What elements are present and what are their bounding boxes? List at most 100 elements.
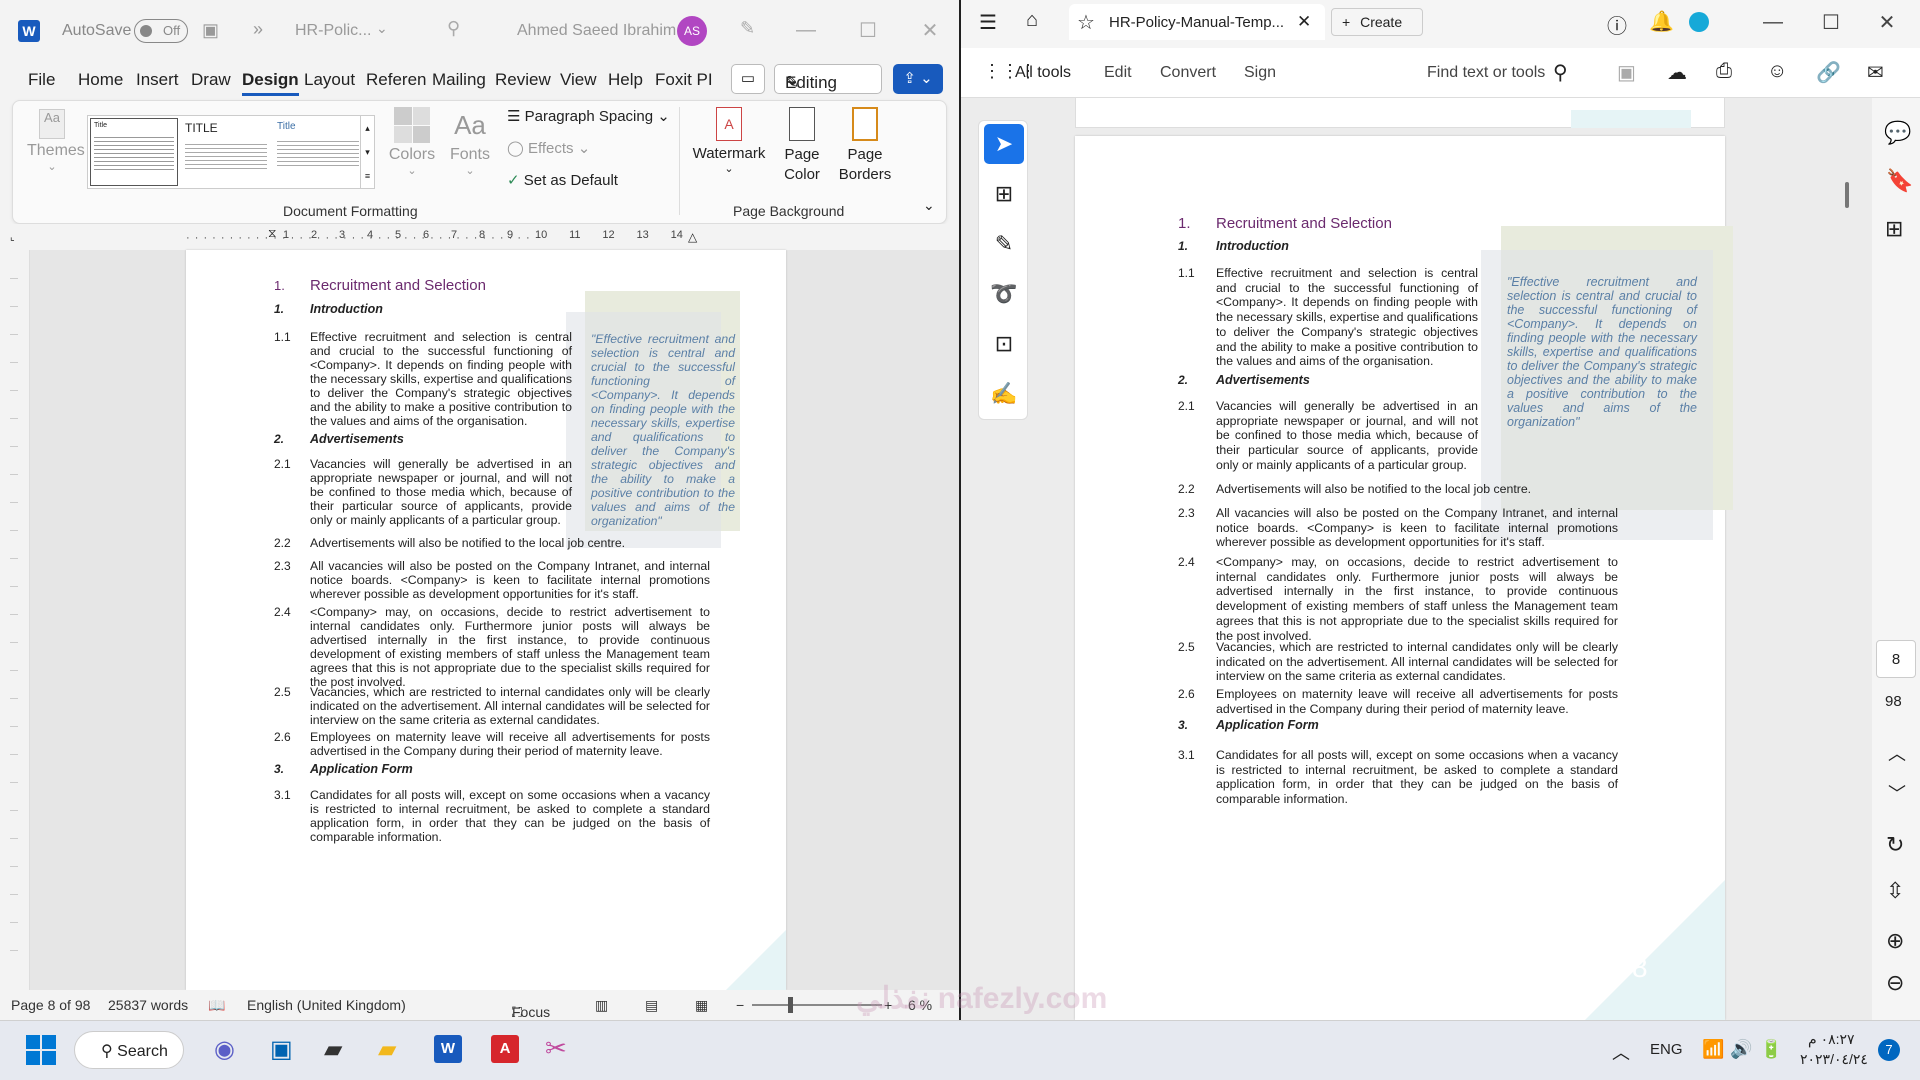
- language-indicator[interactable]: English (United Kingdom): [247, 997, 406, 1013]
- page-number-box[interactable]: 8: [1876, 640, 1916, 678]
- upload-icon[interactable]: ☁: [1667, 60, 1687, 85]
- colors-button[interactable]: Colors ⌄: [387, 107, 437, 177]
- comment-button[interactable]: ▭: [731, 64, 765, 94]
- vertical-scrollbar[interactable]: [1845, 182, 1849, 208]
- pen-icon[interactable]: ✎: [740, 18, 755, 39]
- print-layout-icon[interactable]: ▤: [645, 997, 658, 1014]
- menu-icon[interactable]: ☰: [979, 10, 997, 35]
- select-tool-button[interactable]: ➤: [984, 124, 1024, 164]
- document-canvas[interactable]: "Effective recruitment and selection is …: [30, 250, 959, 990]
- style-gallery-item[interactable]: TITLE: [182, 118, 270, 186]
- tab-home[interactable]: Home: [78, 70, 123, 90]
- autosave-toggle[interactable]: Off: [134, 19, 188, 43]
- style-gallery[interactable]: Title TITLE Title ▴ ▾ ≡: [87, 115, 375, 189]
- page-indicator[interactable]: Page 8 of 98: [11, 997, 90, 1013]
- find-text-input[interactable]: Find text or tools: [1427, 64, 1545, 82]
- style-gallery-item[interactable]: Title: [274, 118, 362, 186]
- notification-bell-icon[interactable]: 🔔: [1649, 9, 1674, 34]
- search-icon[interactable]: ⚲: [447, 18, 460, 39]
- zoom-in-icon[interactable]: ⊕: [1886, 928, 1904, 954]
- paragraph[interactable]: <Company> may, on occasions, decide to r…: [1216, 555, 1618, 643]
- subsection-title[interactable]: Introduction: [1216, 239, 1289, 253]
- page-color-button[interactable]: Page Color: [773, 107, 831, 185]
- zoom-slider-thumb[interactable]: [788, 997, 793, 1013]
- draw-freehand-button[interactable]: ➰: [984, 274, 1024, 314]
- editing-button[interactable]: ✎ Editing ⌄: [774, 64, 882, 94]
- chevron-down-icon[interactable]: ﹀: [1888, 780, 1906, 806]
- file-explorer-icon[interactable]: ▰: [378, 1035, 396, 1064]
- minimize-button[interactable]: —: [786, 14, 826, 46]
- paragraph[interactable]: Employees on maternity leave will receiv…: [310, 730, 710, 758]
- print-icon[interactable]: ⎙: [1716, 60, 1732, 83]
- chevron-down-icon[interactable]: ⌄: [376, 20, 388, 37]
- help-icon[interactable]: ⓘ: [1607, 10, 1627, 39]
- tab-file[interactable]: File: [28, 70, 55, 90]
- clock-date[interactable]: ٢٠٢٣/٠٤/٢٤: [1800, 1051, 1868, 1068]
- save-icon[interactable]: ▣: [1617, 60, 1636, 85]
- paragraph[interactable]: Advertisements will also be notified to …: [1216, 482, 1616, 496]
- thumbnails-icon[interactable]: ⊞: [1885, 216, 1903, 242]
- paragraph[interactable]: Effective recruitment and selection is c…: [310, 330, 572, 428]
- battery-icon[interactable]: 🔋: [1760, 1039, 1782, 1060]
- chevron-more-icon[interactable]: »: [253, 19, 263, 40]
- sign-button[interactable]: Sign: [1244, 64, 1276, 82]
- gallery-scroll[interactable]: ▴ ▾ ≡: [360, 116, 374, 188]
- maximize-button[interactable]: ☐: [848, 14, 888, 46]
- maximize-button[interactable]: ☐: [1811, 6, 1851, 38]
- close-button[interactable]: ✕: [1867, 6, 1907, 38]
- themes-button[interactable]: Aa Themes ⌄: [27, 109, 85, 173]
- paragraph[interactable]: Vacancies, which are restricted to inter…: [1216, 640, 1618, 684]
- close-button[interactable]: ✕: [910, 14, 950, 46]
- paragraph[interactable]: Candidates for all posts will, except on…: [310, 788, 710, 844]
- text-recognition-button[interactable]: ⊡: [984, 324, 1024, 364]
- web-layout-icon[interactable]: ▦: [695, 997, 708, 1014]
- email-icon[interactable]: ✉: [1867, 60, 1884, 85]
- watermark-button[interactable]: A Watermark ⌄: [689, 107, 769, 175]
- link-icon[interactable]: 🔗: [1816, 60, 1841, 85]
- snipping-tool-icon[interactable]: ✂: [545, 1033, 567, 1064]
- tab-close-icon[interactable]: ✕: [1297, 12, 1311, 32]
- paragraph[interactable]: Candidates for all posts will, except on…: [1216, 748, 1618, 807]
- indent-marker-icon[interactable]: ⧖: [268, 226, 276, 241]
- avatar[interactable]: AS: [677, 16, 707, 46]
- share-user-icon[interactable]: ☺: [1767, 60, 1787, 83]
- section-title[interactable]: Recruitment and Selection: [310, 277, 486, 294]
- wifi-icon[interactable]: 📶: [1702, 1039, 1724, 1060]
- share-button[interactable]: ⇪ ⌄: [893, 64, 943, 94]
- zoom-out-icon[interactable]: ⊖: [1886, 970, 1904, 996]
- pdf-viewport[interactable]: 8 "Effective recruitment and selection i…: [961, 98, 1872, 1020]
- zoom-out-icon[interactable]: −: [736, 997, 744, 1013]
- tab-review[interactable]: Review: [495, 70, 551, 90]
- account-avatar[interactable]: [1689, 12, 1709, 32]
- tab-foxit[interactable]: Foxit PI: [655, 70, 713, 90]
- notification-badge[interactable]: 7: [1878, 1039, 1900, 1061]
- clock-time[interactable]: ٠٨:٢٧ م: [1808, 1031, 1855, 1048]
- chevron-up-icon[interactable]: ︿: [1612, 1039, 1630, 1065]
- proofing-icon[interactable]: 📖: [208, 997, 225, 1014]
- meet-icon[interactable]: ◉: [214, 1035, 235, 1064]
- tab-insert[interactable]: Insert: [136, 70, 179, 90]
- store-icon[interactable]: ▣: [270, 1035, 293, 1064]
- word-count[interactable]: 25837 words: [108, 997, 188, 1013]
- home-icon[interactable]: ⌂: [1026, 9, 1038, 32]
- save-icon[interactable]: ▣: [202, 20, 219, 41]
- fonts-button[interactable]: Aa Fonts ⌄: [445, 107, 495, 177]
- vertical-ruler[interactable]: [0, 250, 30, 990]
- subsection-title[interactable]: Introduction: [310, 302, 383, 316]
- convert-button[interactable]: Convert: [1160, 64, 1216, 82]
- paragraph[interactable]: Vacancies, which are restricted to inter…: [310, 685, 710, 727]
- subsection-title[interactable]: Application Form: [1216, 718, 1319, 732]
- tab-draw[interactable]: Draw: [191, 70, 231, 90]
- paragraph[interactable]: All vacancies will also be posted on the…: [310, 559, 710, 601]
- subsection-title[interactable]: Advertisements: [310, 432, 404, 446]
- paragraph[interactable]: Effective recruitment and selection is c…: [1216, 266, 1478, 369]
- minimize-button[interactable]: —: [1753, 6, 1793, 38]
- tab-design[interactable]: Design: [242, 70, 299, 96]
- paragraph[interactable]: Vacancies will generally be advertised i…: [310, 457, 572, 527]
- document-tab[interactable]: ☆ HR-Policy-Manual-Temp... ✕: [1069, 4, 1325, 40]
- add-comment-button[interactable]: ⊞: [984, 174, 1024, 214]
- doc-name[interactable]: HR-Polic...: [295, 22, 371, 40]
- paragraph[interactable]: <Company> may, on occasions, decide to r…: [310, 605, 710, 689]
- collapse-ribbon-icon[interactable]: ⌄: [923, 197, 935, 214]
- acrobat-taskbar-icon[interactable]: A: [491, 1035, 519, 1063]
